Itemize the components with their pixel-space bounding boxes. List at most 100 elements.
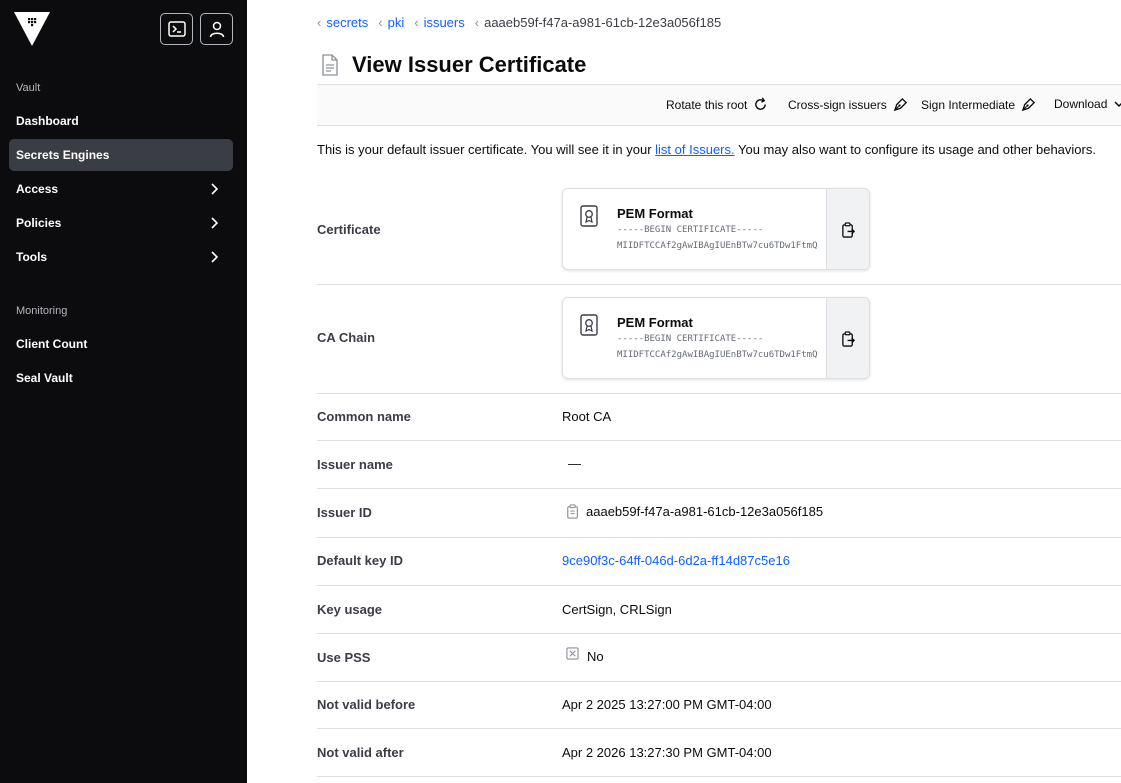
nav-client-count[interactable]: Client Count [9,328,233,360]
issuer-id-value-group: aaaeb59f-f47a-a981-61cb-12e3a056f185 [562,504,823,519]
chevron-right-icon [211,183,219,195]
pen-icon [1021,97,1036,112]
rotate-root-button[interactable]: Rotate this root [666,97,768,112]
pem-line-2: MIIDFTCCAf2gAwIBAgIUEnBTw7cu6TDw1FtmQ [617,241,818,251]
cross-sign-button[interactable]: Cross-sign issuers [788,97,908,112]
not-valid-after-row: Not valid after Apr 2 2026 13:27:30 PM G… [317,729,1121,777]
chevron-left-icon: ‹ [414,15,419,30]
pem-line-1: -----BEGIN CERTIFICATE----- [617,334,764,344]
certificate-card: PEM Format -----BEGIN CERTIFICATE----- M… [562,188,870,270]
nav-label: Seal Vault [16,371,73,385]
not-valid-before-label: Not valid before [317,697,416,712]
toolbar: Rotate this root Cross-sign issuers Sign… [317,84,1121,126]
page-header: View Issuer Certificate [320,52,586,78]
default-key-id-row: Default key ID 9ce90f3c-64ff-046d-6d2a-f… [317,538,1121,586]
pem-format-title: PEM Format [617,206,693,221]
intro-after: You may also want to configure its usage… [734,142,1096,157]
issuer-name-label: Issuer name [317,457,393,472]
key-usage-label: Key usage [317,602,383,617]
breadcrumb-item-current: ‹ aaaeb59f-f47a-a981-61cb-12e3a056f185 [475,15,721,30]
intro-before: This is your default issuer certificate.… [317,142,656,157]
not-valid-after-value: Apr 2 2026 13:27:30 PM GMT-04:00 [562,745,772,760]
terminal-icon [167,21,186,37]
breadcrumb-item[interactable]: ‹ secrets [317,15,368,30]
pen-icon [893,97,907,112]
key-usage-row: Key usage CertSign, CRLSign [317,586,1121,634]
use-pss-label: Use PSS [317,650,371,665]
rotate-icon [755,97,767,110]
nav-label: Tools [16,250,48,264]
user-menu-button[interactable] [200,13,233,45]
sign-intermediate-label: Sign Intermediate [921,97,1016,112]
nav-label: Dashboard [16,114,79,128]
nav-access[interactable]: Access [9,173,233,205]
list-of-issuers-link[interactable]: list of Issuers. [655,142,734,157]
chevron-right-icon [211,217,219,229]
nav-dashboard[interactable]: Dashboard [9,105,233,137]
page-title: View Issuer Certificate [352,52,587,77]
clipboard-copy-icon [841,222,855,238]
nav-label: Access [16,182,59,196]
nav-secrets-engines[interactable]: Secrets Engines [9,139,233,171]
breadcrumb-link-issuers[interactable]: issuers [424,15,465,30]
download-label: Download [1054,97,1108,111]
breadcrumb-item[interactable]: ‹ pki [378,15,404,30]
cross-sign-label: Cross-sign issuers [788,97,887,112]
intro-text: This is your default issuer certificate.… [317,142,1096,157]
chevron-left-icon: ‹ [378,15,383,30]
user-icon [209,21,224,37]
chevron-left-icon: ‹ [317,15,322,30]
breadcrumb-current: aaaeb59f-f47a-a981-61cb-12e3a056f185 [484,15,722,30]
breadcrumb-item[interactable]: ‹ issuers [414,15,465,30]
default-key-id-link[interactable]: 9ce90f3c-64ff-046d-6d2a-ff14d87c5e16 [562,553,790,568]
file-icon [322,54,338,76]
console-button[interactable] [160,13,193,45]
certificate-icon [580,314,598,336]
pem-line-2: MIIDFTCCAf2gAwIBAgIUEnBTw7cu6TDw1FtmQ [617,350,818,360]
issuer-id-row: Issuer ID aaaeb59f-f47a-a981-61cb-12e3a0… [317,489,1121,538]
nav-policies[interactable]: Policies [9,207,233,239]
nav-tools[interactable]: Tools [9,241,233,273]
nav-label: Client Count [16,337,88,351]
breadcrumb: ‹ secrets ‹ pki ‹ issuers ‹ aaaeb59f-f47a-a9… [317,15,731,30]
common-name-label: Common name [317,409,411,424]
use-pss-value-group: No [562,647,604,664]
certificate-row: Certificate PEM Format -----BEGIN CERTIF… [317,177,1121,285]
section-label-vault: Vault [16,82,41,94]
not-valid-before-row: Not valid before Apr 2 2025 13:27:00 PM … [317,682,1121,729]
download-dropdown-button[interactable]: Download [1054,97,1121,111]
clipboard-copy-icon [841,331,855,347]
chevron-left-icon: ‹ [474,15,480,30]
nav-seal-vault[interactable]: Seal Vault [9,362,233,394]
issuer-name-row: Issuer name — [317,441,1121,489]
breadcrumb-link-secrets[interactable]: secrets [326,15,368,30]
use-pss-value: No [587,649,604,664]
not-valid-before-value: Apr 2 2025 13:27:00 PM GMT-04:00 [562,697,772,712]
sign-intermediate-button[interactable]: Sign Intermediate [921,97,1036,112]
copy-ca-chain-button[interactable] [826,298,869,378]
default-key-id-label: Default key ID [317,553,403,568]
nav-label: Policies [16,216,62,230]
section-label-monitoring: Monitoring [16,305,68,317]
breadcrumb-link-pki[interactable]: pki [388,15,405,30]
ca-chain-card: PEM Format -----BEGIN CERTIFICATE----- M… [562,297,870,379]
certificate-label: Certificate [317,222,381,237]
vault-logo-icon[interactable] [14,12,50,46]
issuer-name-value: — [568,456,581,471]
common-name-value: Root CA [562,409,612,424]
use-pss-row: Use PSS No [317,634,1121,682]
nav-label: Secrets Engines [16,148,110,162]
default-key-id-value-wrap: 9ce90f3c-64ff-046d-6d2a-ff14d87c5e16 [562,553,790,568]
pem-line-1: -----BEGIN CERTIFICATE----- [617,225,764,235]
chevron-right-icon [211,251,219,263]
pem-format-title: PEM Format [617,315,693,330]
copy-certificate-button[interactable] [826,189,869,269]
x-square-icon [566,647,579,660]
clipboard-copy-icon[interactable] [566,504,580,519]
ca-chain-row: CA Chain PEM Format -----BEGIN CERTIFICA… [317,285,1121,394]
not-valid-after-label: Not valid after [317,745,404,760]
ca-chain-label: CA Chain [317,330,376,345]
chevron-down-icon [1114,101,1121,108]
issuer-id-value: aaaeb59f-f47a-a981-61cb-12e3a056f185 [586,504,824,519]
certificate-icon [580,205,598,227]
